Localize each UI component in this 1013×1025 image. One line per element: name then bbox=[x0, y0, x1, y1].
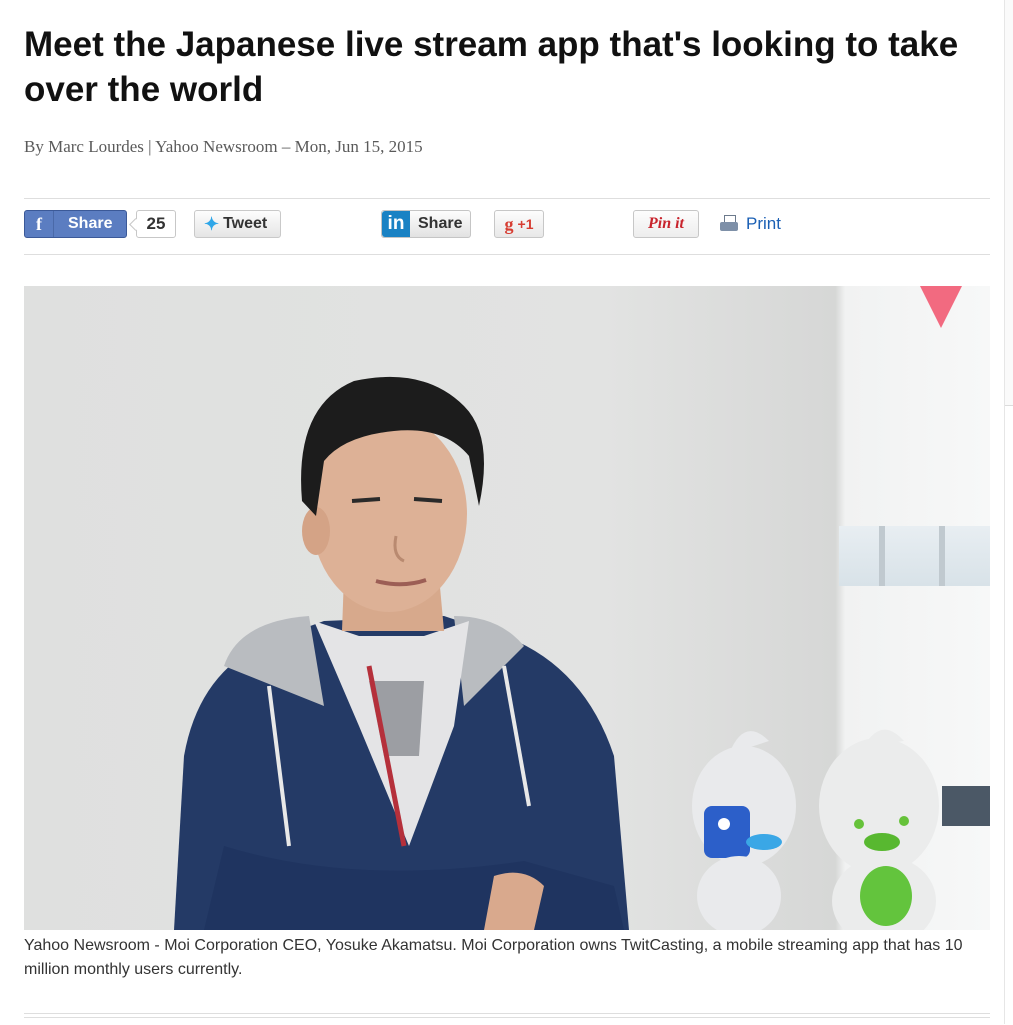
twitter-bird-icon: ✦ bbox=[204, 213, 220, 234]
divider-bottom-2 bbox=[24, 1017, 990, 1018]
linkedin-icon: in bbox=[382, 211, 410, 237]
facebook-share-label: Share bbox=[68, 215, 113, 232]
share-bar: f Share 25 ✦ Tweet in Share g +1 Pin it … bbox=[24, 208, 990, 242]
tweet-button[interactable]: ✦ Tweet bbox=[194, 210, 281, 238]
linkedin-share-button[interactable]: in Share bbox=[381, 210, 471, 238]
divider-share bbox=[24, 254, 990, 255]
google-plus-one-button[interactable]: g +1 bbox=[494, 210, 544, 238]
scrollbar-track[interactable] bbox=[1005, 405, 1013, 1025]
print-label: Print bbox=[746, 214, 781, 233]
facebook-icon: f bbox=[25, 211, 54, 237]
facebook-share-button[interactable]: f Share bbox=[24, 210, 127, 238]
accent-triangle bbox=[920, 286, 962, 328]
pin-it-button[interactable]: Pin it bbox=[633, 210, 699, 238]
print-link[interactable]: Print bbox=[720, 210, 781, 238]
scrollbar[interactable] bbox=[1004, 0, 1013, 1025]
photo-scene bbox=[174, 376, 939, 930]
google-plus-icon: g bbox=[504, 213, 514, 234]
article-headline: Meet the Japanese live stream app that's… bbox=[24, 25, 959, 109]
facebook-share-count: 25 bbox=[136, 210, 176, 238]
divider-bottom bbox=[24, 1013, 990, 1014]
pin-it-label: Pin it bbox=[647, 215, 684, 232]
article-photo bbox=[24, 286, 990, 930]
linkedin-share-label: Share bbox=[418, 215, 463, 232]
tweet-label: Tweet bbox=[223, 215, 268, 232]
printer-icon bbox=[720, 215, 738, 233]
google-plus-one-label: +1 bbox=[517, 216, 534, 232]
photo-caption: Yahoo Newsroom - Moi Corporation CEO, Yo… bbox=[24, 937, 963, 978]
article-byline: By Marc Lourdes | Yahoo Newsroom – Mon, … bbox=[24, 137, 423, 156]
divider-top bbox=[24, 198, 990, 199]
